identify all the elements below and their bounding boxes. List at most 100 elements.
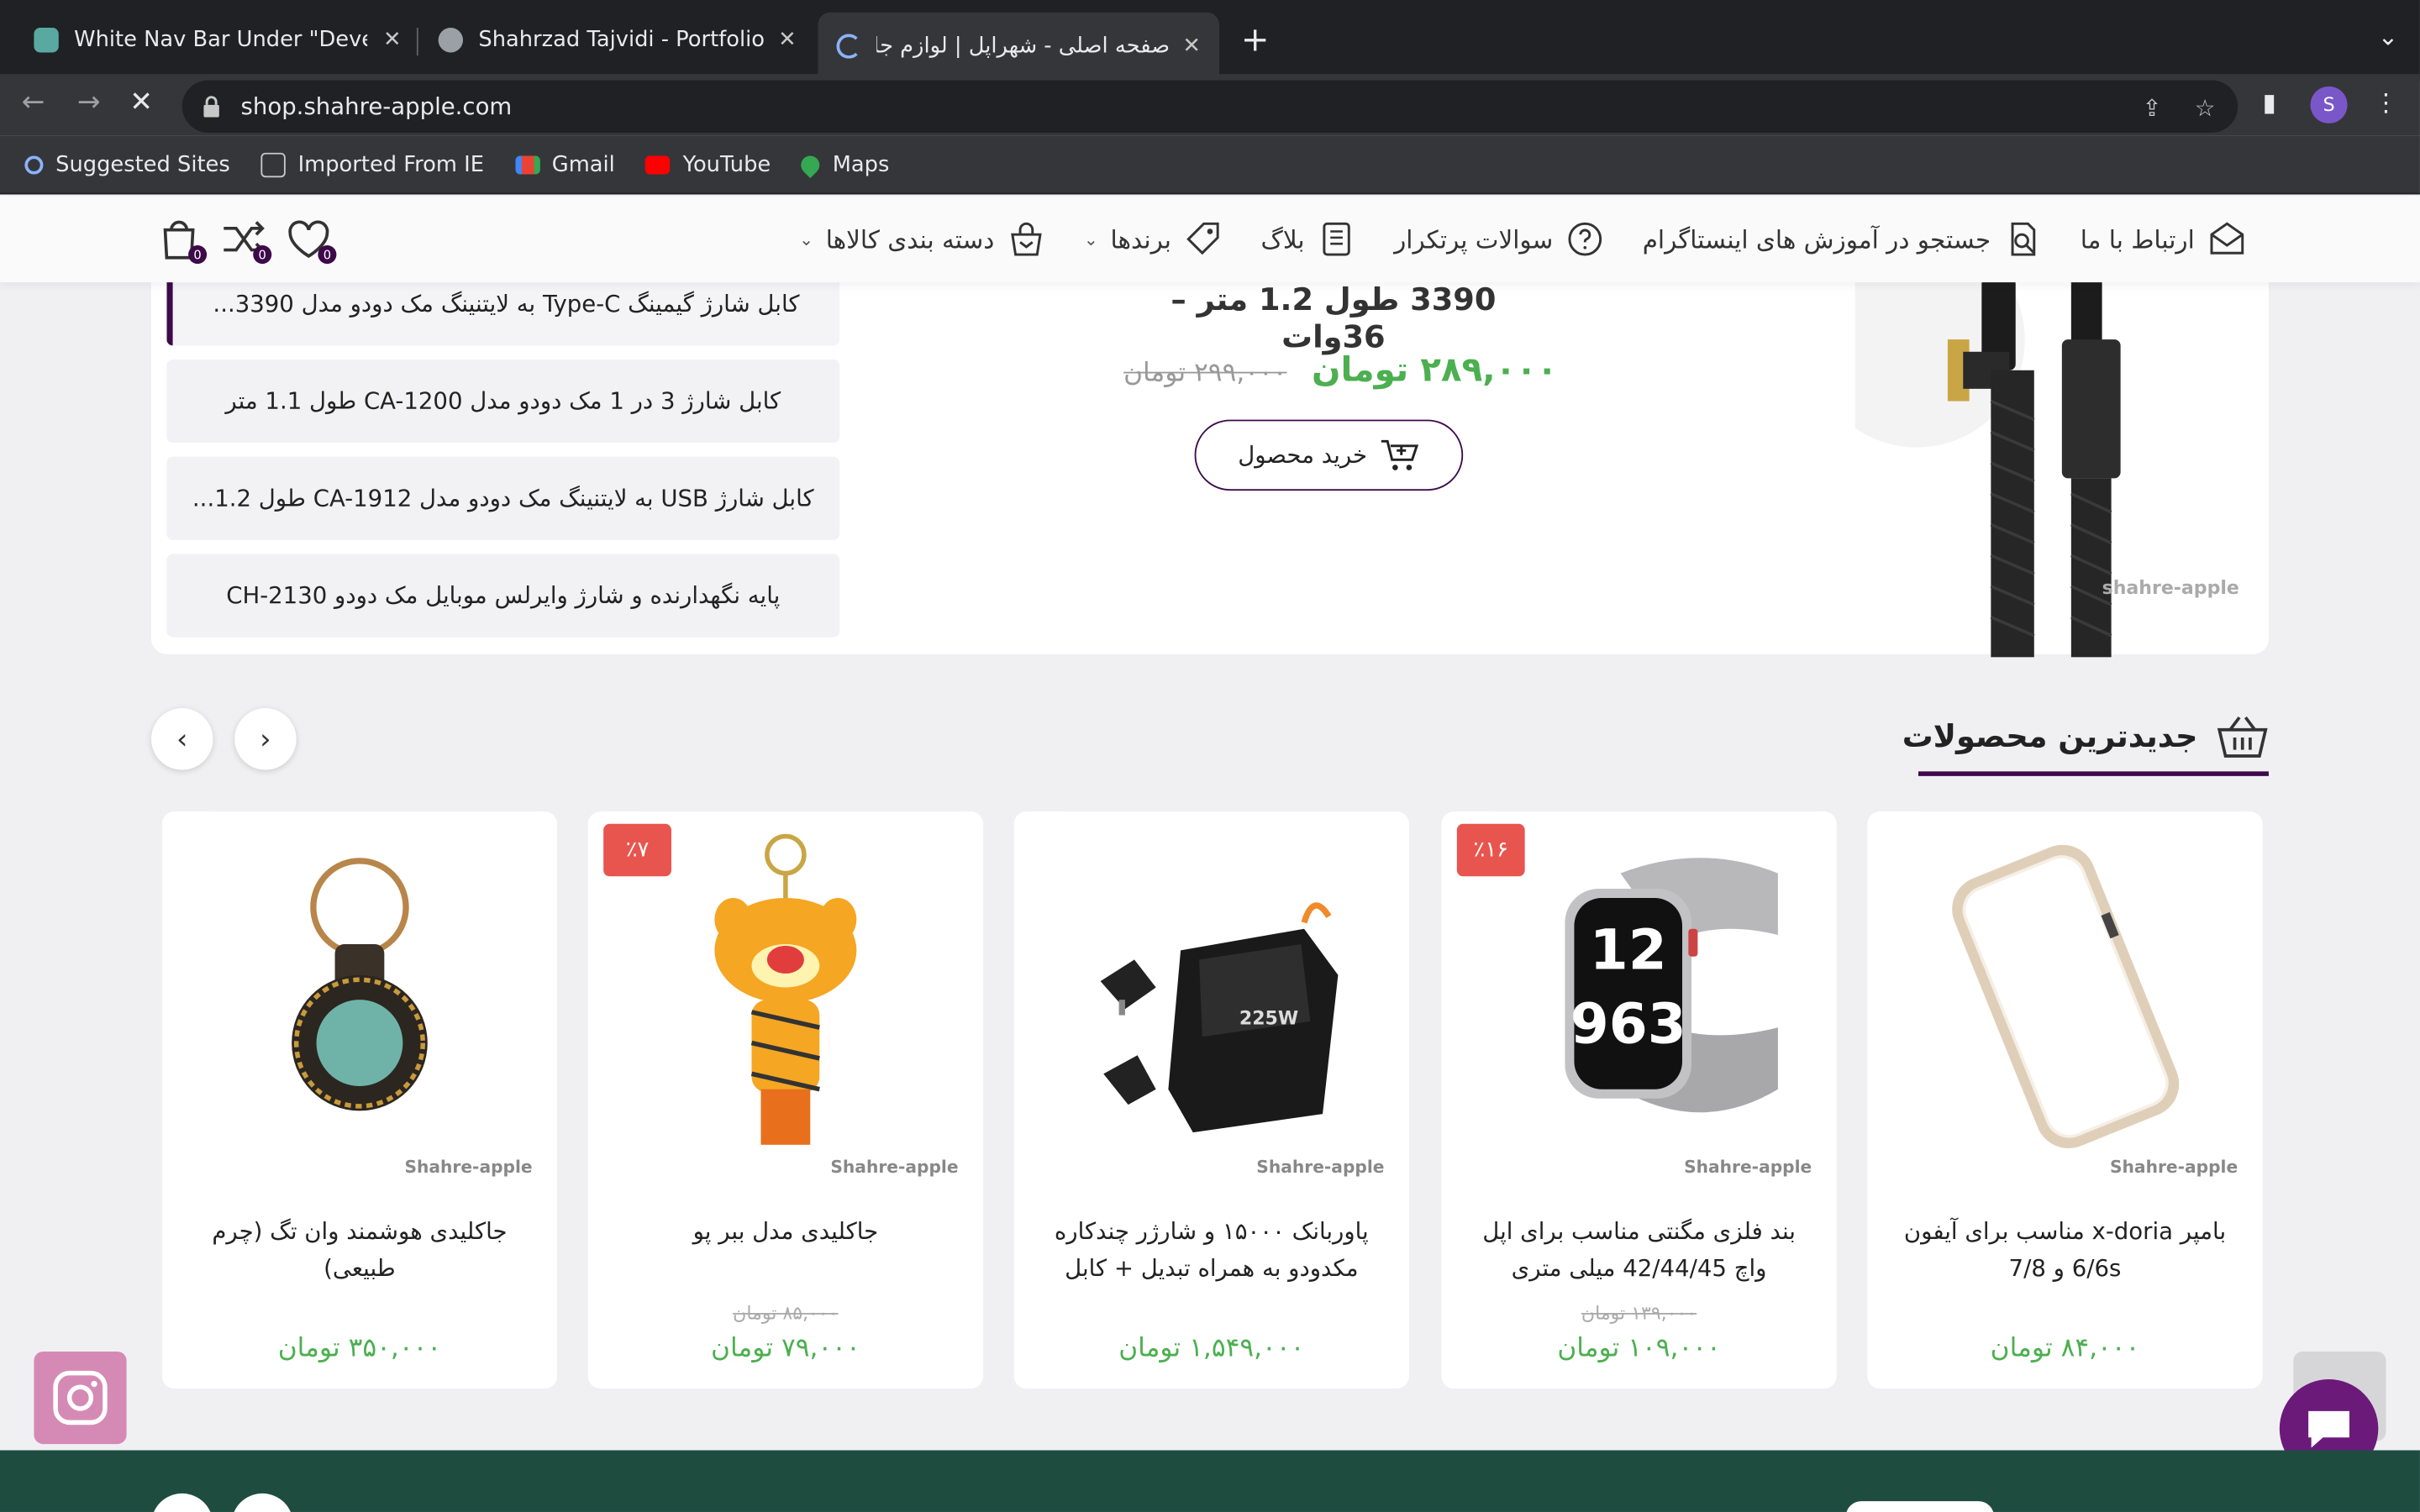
footer-next-button[interactable] [231, 1493, 293, 1512]
search-doc-icon [2011, 222, 2036, 256]
share-icon[interactable]: ⇪ [2142, 94, 2161, 122]
bookmark-label: Maps [832, 151, 890, 177]
featured-product-panel: کابل شارژ گیمینگ Type-C به لایتنینگ مک د… [150, 231, 2269, 658]
tab-separator [416, 28, 418, 56]
product-name[interactable]: جاکلیدی مدل ببر پو [609, 1213, 961, 1250]
featured-price: ۲۸۹,۰۰۰ تومان ۲۹۹,۰۰۰ تومان [1123, 352, 1557, 391]
product-card[interactable]: Shahre-apple بامپر x-doria مناسب برای آی… [1867, 811, 2263, 1389]
product-name[interactable]: پاوربانک ۱۵۰۰۰ و شارژر چندکاره مکدودو به… [1035, 1213, 1387, 1287]
product-watermark: Shahre-apple [1256, 1157, 1385, 1178]
section-underline [1918, 771, 2269, 776]
close-icon[interactable]: ✕ [778, 28, 797, 52]
profile-avatar[interactable]: S [2310, 86, 2348, 123]
bookmark-label: YouTube [682, 151, 771, 177]
url-text: shop.shahre-apple.com [240, 92, 513, 121]
product-old-price: ۱۳۹,۰۰۰ تومان [1581, 1302, 1697, 1324]
nav-label: برندها [1110, 224, 1171, 255]
browser-tab[interactable]: Shahrzad Tajvidi - Portfolio ✕ [420, 13, 815, 68]
browser-tab-bar: White Nav Bar Under "Develop ✕ Shahrzad … [0, 0, 2420, 81]
youtube-icon [645, 155, 671, 174]
nav-item-brands[interactable]: برندها ⌄ [1084, 219, 1224, 260]
globe-icon [438, 28, 464, 53]
compare-icon[interactable]: 0 [219, 214, 272, 265]
featured-product-title[interactable]: 3390 طول 1.2 متر – 36وات [1139, 281, 1528, 354]
browser-toolbar: ← → ✕ shop.shahre-apple.com ⇪ ☆ ▮ S ⋮ [0, 74, 2420, 136]
carousel-next-button[interactable]: › [234, 708, 297, 770]
side-panel-icon[interactable]: ▮ [2263, 88, 2276, 118]
buy-product-button[interactable]: خرید محصول [1194, 419, 1464, 491]
buy-button-label: خرید محصول [1238, 441, 1368, 470]
nav-item-contact[interactable]: ارتباط با ما [2081, 219, 2248, 260]
product-watermark: Shahre-apple [1684, 1157, 1812, 1178]
featured-list-item[interactable]: پایه نگهدارنده و شارژ وایرلس موبایل مک د… [166, 554, 840, 638]
compare-count: 0 [253, 245, 272, 265]
back-icon[interactable]: ← [22, 87, 45, 119]
product-card[interactable]: ٪۷ Shahre-apple جاکلیدی مدل ببر پو ۸۵,۰۰… [587, 811, 983, 1389]
iphone-bumper-image [1952, 844, 2180, 1149]
chat-bubble-icon [2308, 1410, 2350, 1448]
address-bar[interactable]: shop.shahre-apple.com ⇪ ☆ [182, 80, 2238, 133]
cart-icon[interactable]: 0 [155, 214, 208, 265]
product-card[interactable]: 225W Shahre-apple پاوربانک ۱۵۰۰۰ و شارژر… [1013, 811, 1409, 1389]
bookmark-maps[interactable]: Maps [797, 151, 890, 178]
instagram-icon [53, 1370, 108, 1425]
close-icon[interactable]: ✕ [383, 28, 402, 52]
tab-title: White Nav Bar Under "Develop [74, 28, 367, 53]
product-card[interactable]: Shahre-apple جاکلیدی هوشمند وان تگ (چرم … [161, 811, 558, 1389]
featured-list-item[interactable]: کابل شارژ 3 در 1 مک دودو مدل CA-1200 طول… [166, 359, 840, 444]
maps-icon [797, 151, 824, 178]
nav-item-categories[interactable]: دسته بندی کالاها ⌄ [799, 219, 1047, 260]
shopping-bag-icon [1011, 222, 1043, 256]
product-price: ۸۴,۰۰۰ تومان [1990, 1332, 2140, 1364]
featured-new-price: ۲۸۹,۰۰۰ تومان [1311, 351, 1558, 391]
main-navigation: دسته بندی کالاها ⌄ برندها ⌄ بلاگ سوالات … [762, 196, 2247, 282]
close-icon[interactable]: ✕ [1182, 34, 1201, 58]
product-watermark: Shahre-apple [2109, 1157, 2238, 1178]
apple-watch-band-image: 12 963 [1565, 858, 1778, 1113]
stop-loading-icon[interactable]: ✕ [129, 87, 153, 119]
power-bank-charger-image: 225W [1100, 902, 1339, 1133]
product-name[interactable]: بند فلزی مگنتی مناسب برای اپل واچ 42/44/… [1463, 1213, 1815, 1287]
chevron-down-icon: ⌄ [1083, 228, 1098, 249]
product-card[interactable]: ٪۱۶ 12 963 Shahre-apple بند فلزی مگنتی م… [1441, 811, 1837, 1389]
featured-list-item[interactable]: کابل شارژ USB به لایتنینگ مک دودو مدل CA… [166, 456, 840, 540]
wishlist-icon[interactable]: 0 [284, 214, 337, 265]
blog-icon [1323, 222, 1351, 256]
tab-title: Shahrzad Tajvidi - Portfolio [478, 28, 765, 53]
nav-item-instagram-search[interactable]: جستجو در آموزش های اینستاگرام [1643, 219, 2044, 260]
tab-search-chevron-icon[interactable]: ⌄ [2378, 22, 2399, 51]
lightning-cable-image [1854, 277, 2121, 658]
product-name[interactable]: جاکلیدی هوشمند وان تگ (چرم طبیعی) [184, 1213, 536, 1287]
folder-icon [260, 151, 286, 177]
bookmark-label: Imported From IE [297, 151, 484, 177]
instagram-button[interactable] [34, 1351, 127, 1445]
product-name[interactable]: بامپر x-doria مناسب برای آیفون 6/6s و 7/… [1889, 1213, 2241, 1287]
nav-item-blog[interactable]: بلاگ [1261, 219, 1357, 260]
bookmark-youtube[interactable]: YouTube [645, 151, 771, 177]
product-old-price: ۸۵,۰۰۰ تومان [733, 1302, 839, 1324]
bookmark-star-icon[interactable]: ☆ [2195, 94, 2216, 122]
footer-pill [1845, 1501, 1995, 1512]
menu-kebab-icon[interactable]: ⋮ [2374, 88, 2398, 118]
browser-tab[interactable]: White Nav Bar Under "Develop ✕ [15, 13, 419, 68]
new-tab-button[interactable]: + [1241, 22, 1270, 60]
mail-icon [2210, 222, 2244, 255]
nav-label: ارتباط با ما [2080, 224, 2195, 255]
nav-item-faq[interactable]: سوالات پرتکرار [1394, 219, 1606, 260]
tag-icon [1186, 222, 1219, 255]
bookmark-label: Gmail [551, 151, 615, 177]
browser-tab-active[interactable]: صفحه اصلی - شهراپل | لوازم جانبی ا ✕ [818, 12, 1219, 81]
nav-label: سوالات پرتکرار [1394, 224, 1554, 255]
forward-icon[interactable]: → [77, 87, 101, 119]
lock-icon [203, 96, 219, 118]
bookmark-suggested-sites[interactable]: Suggested Sites [24, 152, 230, 176]
cart-add-icon [1381, 439, 1418, 470]
carousel-prev-button[interactable]: ‹ [150, 708, 213, 770]
bookmark-imported-from-ie[interactable]: Imported From IE [260, 151, 484, 177]
footer-prev-button[interactable] [150, 1493, 213, 1512]
bookmark-gmail[interactable]: Gmail [514, 151, 615, 177]
tab-title: صفحه اصلی - شهراپل | لوازم جانبی ا [876, 34, 1171, 59]
search-icon [24, 155, 44, 174]
header-actions: 0 0 0 [155, 214, 349, 265]
svg-text:12: 12 [1590, 917, 1667, 982]
